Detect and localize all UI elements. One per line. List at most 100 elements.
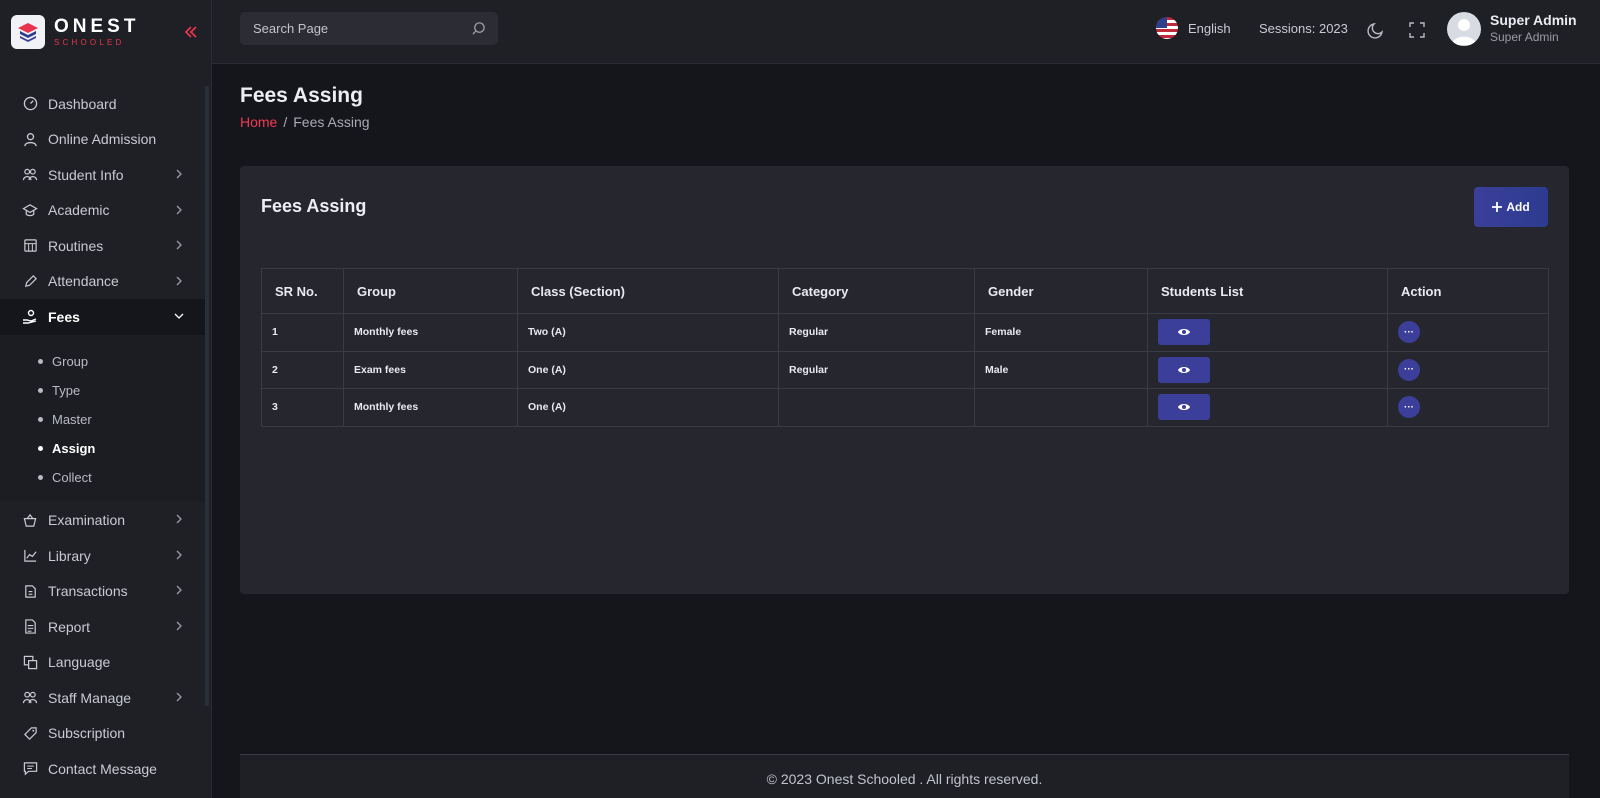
moon-icon[interactable] [1367, 21, 1385, 39]
basket-icon [22, 512, 38, 528]
sidebar-item-label: Academic [48, 202, 110, 219]
cell-action: ··· [1387, 388, 1549, 427]
cell-class: One (A) [517, 350, 779, 389]
chevron-right-icon [176, 240, 182, 250]
brand[interactable]: ONEST SCHOOLED [0, 0, 211, 64]
cell-sr: 3 [261, 388, 344, 427]
table-row: 3 Monthly fees One (A) ··· [261, 388, 1549, 427]
sidebar-item-examination[interactable]: Examination [0, 502, 205, 538]
footer-copyright: © 2023 Onest Schooled . All rights reser… [766, 771, 1043, 787]
sidebar-item-student-info[interactable]: Student Info [0, 157, 205, 193]
sidebar-scrollbar[interactable] [205, 86, 209, 706]
sidebar-item-online-admission[interactable]: Online Admission [0, 122, 205, 158]
search-box [240, 12, 498, 45]
sidebar-item-subscription[interactable]: Subscription [0, 715, 205, 751]
submenu-item-type[interactable]: Type [0, 376, 205, 405]
cell-group: Monthly fees [343, 313, 518, 352]
submenu-item-collect[interactable]: Collect [0, 463, 205, 492]
us-flag-icon [1156, 17, 1178, 39]
action-menu-button[interactable]: ··· [1398, 358, 1420, 381]
brand-subtitle: SCHOOLED [54, 38, 125, 47]
sidebar-item-report[interactable]: Report [0, 609, 205, 645]
avatar[interactable] [1447, 12, 1481, 46]
chevron-right-icon [176, 585, 182, 595]
cell-sr: 1 [261, 313, 344, 352]
sidebar-item-language[interactable]: Language [0, 644, 205, 680]
action-menu-button[interactable]: ··· [1398, 321, 1420, 344]
cell-category: Regular [778, 313, 975, 352]
search-icon[interactable] [471, 21, 486, 36]
sidebar-item-label: Routines [48, 237, 104, 254]
cell-class: One (A) [517, 388, 779, 427]
sidebar-item-label: Dashboard [48, 95, 117, 112]
submenu-item-assign[interactable]: Assign [0, 434, 205, 463]
table-row: 2 Exam fees One (A) Regular Male ··· [261, 350, 1549, 389]
sidebar-item-label: Examination [48, 512, 126, 529]
brand-name: ONEST [54, 16, 140, 37]
bullet-icon [38, 475, 43, 481]
sidebar-item-label: Contact Message [48, 760, 157, 777]
plus-icon [1492, 202, 1503, 212]
sidebar-item-contact-message[interactable]: Contact Message [0, 751, 205, 787]
sidebar-item-label: Subscription [48, 725, 126, 742]
view-students-button[interactable] [1158, 319, 1210, 346]
message-icon [22, 761, 38, 777]
sidebar-item-label: Online Admission [48, 131, 157, 148]
chart-icon [22, 548, 38, 564]
sidebar-item-label: Report [48, 618, 91, 635]
sidebar-menu: Dashboard Online Admission Student Info … [0, 86, 205, 786]
sidebar-item-routines[interactable]: Routines [0, 228, 205, 264]
sidebar-item-library[interactable]: Library [0, 538, 205, 574]
page-title: Fees Assing [240, 84, 363, 107]
cell-gender: Male [974, 350, 1148, 389]
cell-students-list [1147, 388, 1388, 427]
sidebar-item-attendance[interactable]: Attendance [0, 264, 205, 300]
users-icon [22, 690, 38, 706]
dashboard-icon [22, 96, 38, 112]
add-button[interactable]: Add [1474, 187, 1548, 227]
language-selector[interactable]: English [1156, 17, 1231, 39]
column-header: Students List [1147, 268, 1388, 314]
fees-assign-table: SR No. Group Class (Section) Category Ge… [261, 268, 1549, 427]
logo-icon [11, 15, 45, 49]
tag-icon [22, 725, 38, 741]
action-menu-button[interactable]: ··· [1398, 396, 1420, 419]
table-row: 1 Monthly fees Two (A) Regular Female ··… [261, 313, 1549, 352]
sidebar: ONEST SCHOOLED Dashboard Online Admissio… [0, 0, 212, 798]
cell-action: ··· [1387, 350, 1549, 389]
collapse-sidebar-icon[interactable] [183, 23, 199, 41]
bullet-icon [38, 387, 43, 393]
view-students-button[interactable] [1158, 394, 1210, 421]
user-icon [22, 131, 38, 147]
sidebar-item-staff-manage[interactable]: Staff Manage [0, 680, 205, 716]
sidebar-item-transactions[interactable]: Transactions [0, 573, 205, 609]
sidebar-item-fees[interactable]: Fees [0, 299, 205, 335]
search-input[interactable] [240, 12, 450, 45]
card-title: Fees Assing [261, 196, 367, 216]
submenu-item-group[interactable]: Group [0, 347, 205, 376]
breadcrumb-current: Fees Assing [293, 114, 370, 130]
user-name[interactable]: Super Admin [1490, 12, 1577, 28]
submenu-item-label: Master [52, 411, 92, 427]
cell-gender: Female [974, 313, 1148, 352]
sidebar-item-dashboard[interactable]: Dashboard [0, 86, 205, 122]
fullscreen-icon[interactable] [1408, 21, 1426, 39]
translate-icon [22, 654, 38, 670]
bullet-icon [38, 446, 43, 452]
bullet-icon [38, 358, 43, 364]
column-header: Action [1387, 268, 1549, 314]
view-students-button[interactable] [1158, 356, 1210, 383]
document-icon [22, 619, 38, 635]
breadcrumb-home-link[interactable]: Home [240, 114, 277, 130]
eye-icon [1178, 404, 1190, 411]
submenu-item-master[interactable]: Master [0, 405, 205, 434]
chevron-down-icon [174, 313, 184, 319]
eye-icon [1178, 366, 1190, 373]
column-header: Class (Section) [517, 268, 779, 314]
chevron-right-icon [176, 514, 182, 524]
sidebar-item-academic[interactable]: Academic [0, 193, 205, 229]
chevron-right-icon [176, 169, 182, 179]
session-label[interactable]: Sessions: 2023 [1259, 21, 1348, 36]
sidebar-item-label: Staff Manage [48, 689, 132, 706]
breadcrumb: Home / Fees Assing [240, 114, 370, 130]
